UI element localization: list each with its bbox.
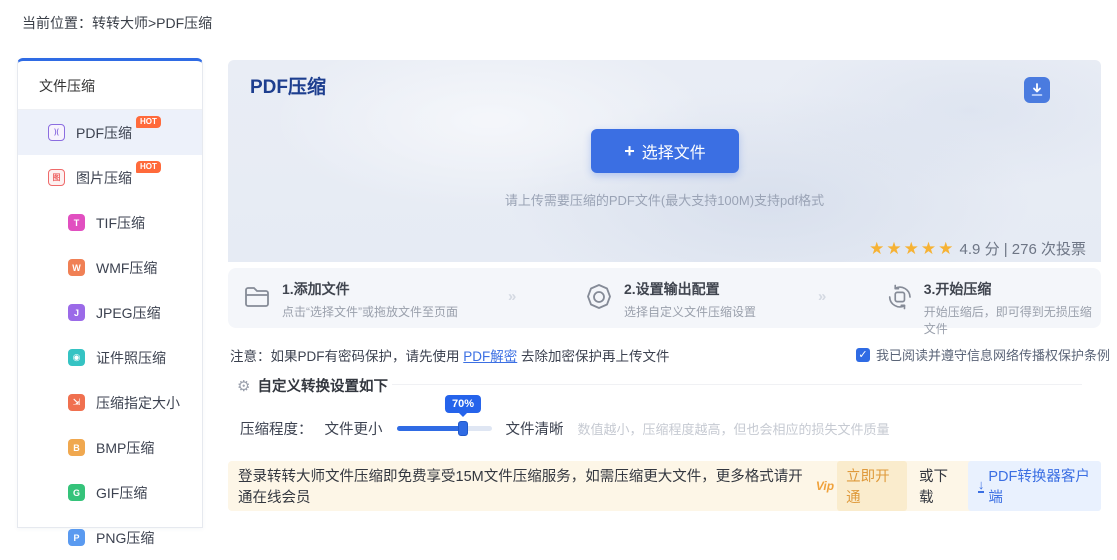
settings-icon	[584, 282, 614, 312]
hot-badge: HOT	[136, 116, 161, 128]
settings-title: 自定义转换设置如下	[257, 375, 388, 396]
select-file-label: 选择文件	[642, 139, 706, 163]
client-button-label: PDF转换器客户端	[988, 465, 1091, 507]
resize-icon: ⇲	[68, 394, 85, 411]
download-client-button[interactable]: ↓ PDF转换器客户端	[968, 461, 1101, 511]
note-text: 注意：如果PDF有密码保护，请先使用	[230, 349, 463, 364]
sidebar-item-bmp-compress[interactable]: B BMP压缩	[18, 425, 202, 470]
slider-hint: 数值越小，压缩程度越高，但也会相应的损失文件质量	[578, 419, 890, 438]
sidebar-item-gif-compress[interactable]: G GIF压缩	[18, 470, 202, 515]
note-text: 去除加密保护再上传文件	[517, 349, 669, 364]
pdf-compress-icon: )(	[48, 124, 65, 141]
slider-fill	[397, 426, 464, 431]
step-desc: 选择自定义文件压缩设置	[624, 303, 756, 320]
download-tool-button[interactable]	[1024, 77, 1050, 103]
vip-icon: Vip	[816, 479, 834, 493]
sidebar-item-idphoto-compress[interactable]: ◉ 证件照压缩	[18, 335, 202, 380]
slider-thumb[interactable]	[458, 421, 468, 436]
sidebar-item-tif-compress[interactable]: T TIF压缩	[18, 200, 202, 245]
step-start-compress: 3.开始压缩 开始压缩后，即可得到无损压缩文件	[886, 279, 1101, 337]
sidebar-item-label: GIF压缩	[96, 483, 147, 503]
agreement-row[interactable]: ✓ 我已阅读并遵守信息网络传播权保护条例	[856, 345, 1110, 364]
step-desc: 开始压缩后，即可得到无损压缩文件	[924, 303, 1101, 337]
folder-icon	[242, 282, 272, 312]
slider-min-label: 文件更小	[325, 418, 383, 439]
steps-bar: 1.添加文件 点击“选择文件”或拖放文件至页面 » 2.设置输出配置 选择自定义…	[228, 268, 1101, 328]
compress-cycle-icon	[886, 282, 914, 312]
hot-badge: HOT	[136, 161, 161, 173]
sidebar-item-label: 图片压缩	[76, 168, 132, 188]
sidebar-item-label: 证件照压缩	[96, 348, 166, 368]
jpeg-icon: J	[68, 304, 85, 321]
plus-icon: +	[624, 142, 635, 160]
rating: ★★★★★ 4.9 分 | 276 次投票	[228, 238, 1086, 259]
step-title: 3.开始压缩	[924, 279, 1101, 299]
slider-value-tooltip: 70%	[445, 395, 481, 413]
agreement-checkbox[interactable]: ✓	[856, 348, 870, 362]
sidebar-item-jpeg-compress[interactable]: J JPEG压缩	[18, 290, 202, 335]
promo-text: 登录转转大师文件压缩即免费享受15M文件压缩服务，如需压缩更大文件，更多格式请开…	[238, 465, 808, 507]
promo-middle-text: 或下载	[919, 465, 958, 507]
sidebar-item-label: TIF压缩	[96, 213, 145, 233]
step-desc: 点击“选择文件”或拖放文件至页面	[282, 303, 458, 320]
settings-header: ⚙ 自定义转换设置如下	[237, 375, 388, 396]
agreement-label: 我已阅读并遵守信息网络传播权保护条例	[876, 345, 1110, 364]
sidebar-item-label: PNG压缩	[96, 528, 154, 548]
step-title: 2.设置输出配置	[624, 279, 756, 299]
compression-slider-row: 压缩程度： 文件更小 70% 文件清晰 数值越小，压缩程度越高，但也会相应的损失…	[240, 418, 890, 439]
pdf-decrypt-link[interactable]: PDF解密	[463, 349, 517, 364]
sidebar-title: 文件压缩	[18, 61, 202, 110]
gif-icon: G	[68, 484, 85, 501]
sidebar-item-label: 压缩指定大小	[96, 393, 180, 413]
tif-icon: T	[68, 214, 85, 231]
divider	[392, 384, 1082, 385]
sidebar-item-pdf-compress[interactable]: )( PDF压缩 HOT	[18, 110, 202, 155]
sidebar-item-wmf-compress[interactable]: W WMF压缩	[18, 245, 202, 290]
png-icon: P	[68, 529, 85, 546]
bmp-icon: B	[68, 439, 85, 456]
step-set-output: 2.设置输出配置 选择自定义文件压缩设置	[584, 279, 756, 320]
select-file-button[interactable]: + 选择文件	[591, 129, 739, 173]
sidebar-item-compress-to-size[interactable]: ⇲ 压缩指定大小	[18, 380, 202, 425]
breadcrumb: 当前位置：转转大师>PDF压缩	[22, 13, 212, 33]
chevron-right-icon: »	[508, 288, 517, 305]
download-icon	[1030, 83, 1044, 97]
password-note: 注意：如果PDF有密码保护，请先使用 PDF解密 去除加密保护再上传文件	[230, 345, 670, 365]
id-photo-icon: ◉	[68, 349, 85, 366]
sidebar-item-label: JPEG压缩	[96, 303, 161, 323]
sidebar-item-label: PDF压缩	[76, 123, 132, 143]
open-vip-button[interactable]: 立即开通	[837, 461, 907, 511]
download-icon: ↓	[978, 479, 985, 493]
step-title: 1.添加文件	[282, 279, 458, 299]
sidebar-item-image-compress[interactable]: 图 图片压缩 HOT	[18, 155, 202, 200]
page-title: PDF压缩	[250, 72, 326, 99]
slider-label: 压缩程度：	[240, 418, 313, 439]
step-add-file: 1.添加文件 点击“选择文件”或拖放文件至页面	[242, 279, 458, 320]
image-compress-icon: 图	[48, 169, 65, 186]
promo-bar: 登录转转大师文件压缩即免费享受15M文件压缩服务，如需压缩更大文件，更多格式请开…	[228, 461, 1101, 511]
star-rating-icons[interactable]: ★★★★★	[869, 239, 955, 258]
sidebar: 文件压缩 )( PDF压缩 HOT 图 图片压缩 HOT T TIF压缩 W W…	[17, 58, 203, 528]
gear-icon: ⚙	[237, 377, 250, 395]
wmf-icon: W	[68, 259, 85, 276]
rating-score: 4.9 分 | 276 次投票	[960, 241, 1086, 258]
upload-hint: 请上传需要压缩的PDF文件(最大支持100M)支持pdf格式	[228, 190, 1101, 209]
chevron-right-icon: »	[818, 288, 827, 305]
slider-track[interactable]: 70%	[397, 426, 492, 431]
slider-max-label: 文件清晰	[506, 418, 564, 439]
sidebar-item-label: BMP压缩	[96, 438, 154, 458]
sidebar-item-label: WMF压缩	[96, 258, 157, 278]
sidebar-item-png-compress[interactable]: P PNG压缩	[18, 515, 202, 560]
